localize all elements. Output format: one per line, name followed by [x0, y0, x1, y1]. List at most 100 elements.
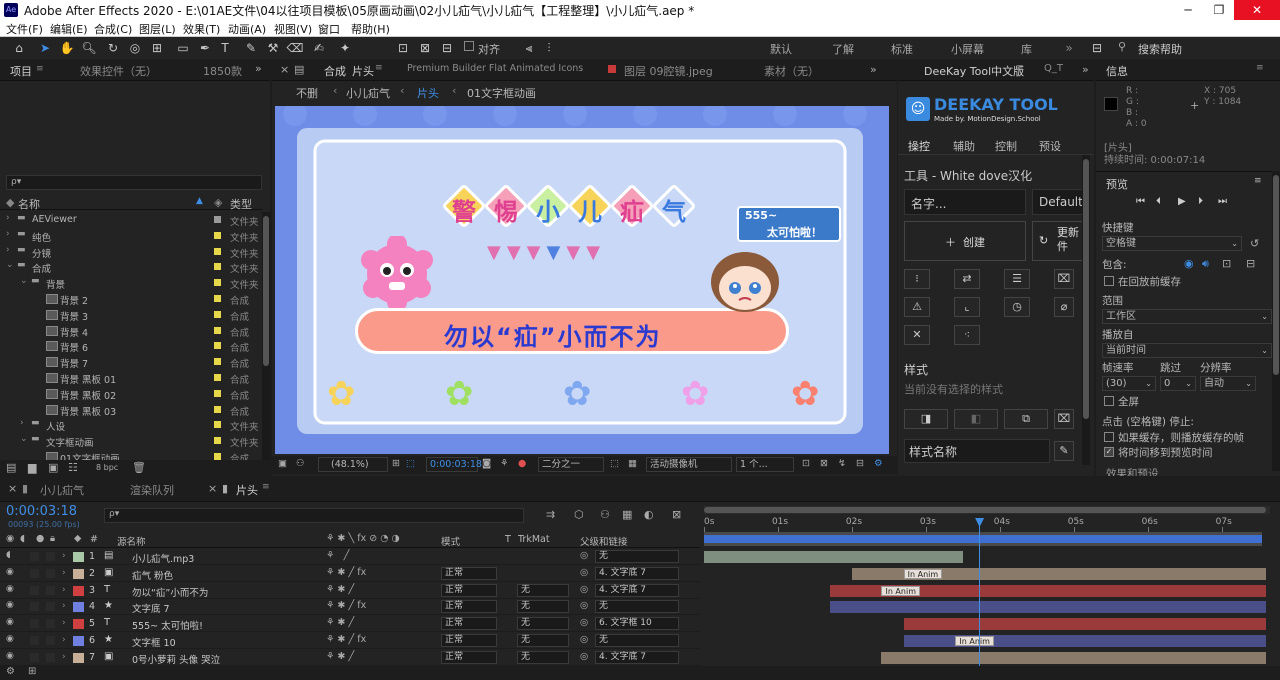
layer-label-color[interactable]: [73, 552, 84, 562]
timeline-search[interactable]: ρ▾: [104, 508, 524, 523]
lock-toggle[interactable]: [46, 568, 55, 578]
corner-icon[interactable]: ⌞: [954, 297, 980, 317]
marker-label[interactable]: In Anim: [881, 585, 920, 596]
range-select[interactable]: 工作区 ⌄: [1102, 309, 1272, 324]
solo-toggle[interactable]: [30, 602, 39, 612]
label-swatch[interactable]: [214, 389, 221, 397]
reset-icon[interactable]: ↺: [1250, 237, 1259, 250]
label-swatch[interactable]: [214, 295, 221, 302]
tab-composition[interactable]: 合成: [324, 63, 346, 79]
first-frame-icon[interactable]: ⏮: [1136, 196, 1145, 207]
layer-toggle-icon[interactable]: ⊟: [1246, 257, 1255, 270]
comp-mini-flowchart-icon[interactable]: ⇉: [546, 508, 555, 521]
deekay-menu-icon[interactable]: ≡: [1016, 63, 1024, 73]
project-item[interactable]: › ▬ 人设 文件夹: [0, 417, 262, 433]
visibility-eye-icon[interactable]: ◉: [6, 634, 14, 644]
trash-icon[interactable]: ⌧: [1054, 269, 1074, 289]
new-comp-icon[interactable]: ▣: [48, 461, 58, 474]
project-item[interactable]: 背景 7 合成: [0, 354, 262, 370]
lock-toggle[interactable]: [46, 552, 55, 561]
layer-row[interactable]: ◉ › 4 ★ 文字底 7 ⚘ ✱ ╱ fx 正常 无 ◎ 无: [0, 599, 700, 616]
layer-name[interactable]: 文字框 10: [132, 635, 176, 649]
tab-qt[interactable]: Q_T: [1044, 63, 1063, 74]
project-item[interactable]: 01文字框动画 合成: [0, 449, 262, 460]
toggle-modes-icon[interactable]: ⊞: [28, 666, 36, 677]
timeline-menu-icon[interactable]: ≡: [262, 482, 270, 492]
update-button[interactable]: ↻ 更新件: [1032, 221, 1088, 261]
nav-rig[interactable]: 操控: [908, 138, 930, 154]
world-axis-icon[interactable]: ⊠: [416, 39, 434, 57]
blend-mode-select[interactable]: 正常: [441, 600, 497, 614]
selection-tool-icon[interactable]: ➤: [36, 39, 54, 57]
label-swatch[interactable]: [214, 231, 221, 239]
tab-render-queue[interactable]: 渲染队列: [130, 482, 174, 498]
layer-switches[interactable]: ⚘ ✱ ╱: [326, 651, 354, 662]
tab-effect-controls[interactable]: 效果控件（无）: [80, 63, 157, 79]
resolution-select[interactable]: 自动 ⌄: [1200, 376, 1256, 391]
pin-joints-icon[interactable]: ⁝: [904, 269, 930, 289]
layer-duration-bar[interactable]: In Anim: [851, 567, 1266, 580]
breadcrumb-2[interactable]: 片头: [417, 85, 439, 101]
comp-lock-icon[interactable]: ▤: [294, 63, 304, 76]
menu-help[interactable]: 帮助(H): [351, 21, 390, 37]
label-swatch[interactable]: [214, 263, 221, 271]
deekay-scrollbar[interactable]: [1082, 155, 1090, 465]
trkmat-select[interactable]: 无: [517, 583, 569, 597]
parent-select[interactable]: 无: [595, 634, 679, 647]
snapshot-icon[interactable]: ◙: [482, 458, 491, 469]
work-area-bar[interactable]: [704, 532, 1262, 546]
lock-toggle[interactable]: [46, 636, 55, 645]
timeline-icon[interactable]: ⊟: [856, 458, 864, 469]
workspace-standard[interactable]: 标准: [891, 41, 913, 57]
align-center-icon[interactable]: ⫶: [540, 39, 558, 57]
align-lines-icon[interactable]: ☰: [1004, 269, 1030, 289]
swap-icon[interactable]: ⇄: [954, 269, 980, 289]
vr-goggles-icon[interactable]: ⚇: [296, 458, 305, 469]
lock-toggle[interactable]: [46, 652, 55, 662]
visibility-eye-icon[interactable]: ◉: [6, 617, 14, 627]
chevron-right-icon[interactable]: ›: [6, 213, 10, 223]
last-frame-icon[interactable]: ⏭: [1218, 196, 1227, 207]
layer-label-color[interactable]: [73, 636, 84, 646]
blend-mode-select[interactable]: 正常: [441, 583, 497, 597]
layer-name[interactable]: 555~ 太可怕啦!: [132, 618, 203, 632]
fast-preview-icon[interactable]: ↯: [838, 458, 846, 469]
skip-select[interactable]: 0 ⌄: [1160, 376, 1196, 391]
workspace-default[interactable]: 默认: [770, 41, 792, 57]
move-time-checkbox[interactable]: ✓: [1104, 447, 1114, 457]
label-swatch[interactable]: [214, 358, 221, 366]
close-tab-icon[interactable]: ×: [280, 63, 289, 76]
tab-1850[interactable]: 1850款: [203, 63, 242, 79]
layer-row[interactable]: ◉ › 3 T 勿以“疝”小而不为 ⚘ ✱ ╱ 正常 无 ◎ 4. 文字底 7: [0, 583, 700, 599]
layer-label-color[interactable]: [73, 619, 84, 630]
menu-view[interactable]: 视图(V): [274, 21, 312, 37]
solo-toggle[interactable]: [30, 552, 39, 561]
chevron-down-icon[interactable]: ⌄: [6, 260, 14, 270]
zoom-select[interactable]: (48.1%): [318, 457, 388, 472]
chevron-right-icon[interactable]: ›: [62, 568, 66, 578]
tab-deekay[interactable]: DeeKay Tool中文版: [924, 63, 1024, 79]
layer-label-color[interactable]: [73, 652, 84, 663]
audio-toggle-icon[interactable]: ◖: [6, 550, 11, 560]
project-search[interactable]: ρ▾: [6, 175, 262, 190]
chevron-right-icon[interactable]: ›: [6, 245, 10, 255]
menu-animation[interactable]: 动画(A): [228, 21, 266, 37]
close-tab-icon[interactable]: ×: [208, 482, 217, 495]
solo-toggle[interactable]: [30, 619, 39, 629]
pen-tool-icon[interactable]: ✒: [196, 39, 214, 57]
layer-label-color[interactable]: [73, 602, 84, 613]
play-from-select[interactable]: 当前时间 ⌄: [1102, 343, 1272, 358]
time-navigator[interactable]: [704, 506, 1270, 514]
home-icon[interactable]: ⌂: [10, 39, 28, 57]
project-item[interactable]: › ▬ 纯色 文件夹: [0, 228, 262, 244]
clone-stamp-icon[interactable]: ⚒: [264, 39, 282, 57]
layer-row[interactable]: ◉ › 2 ▣ 疝气 粉色 ⚘ ✱ ╱ fx 正常 ◎ 4. 文字底 7: [0, 566, 700, 582]
comp-timecode[interactable]: 0:00:03:18: [426, 457, 482, 472]
pickwhip-icon[interactable]: ◎: [580, 550, 588, 561]
toggle-switches-icon[interactable]: ⚙: [6, 666, 15, 677]
project-item[interactable]: 背景 黑板 01 合成: [0, 370, 262, 386]
project-item[interactable]: ⌄ ▬ 合成 文件夹: [0, 259, 262, 275]
pan-behind-tool-icon[interactable]: ⊞: [148, 39, 166, 57]
effects-presets-tab[interactable]: 效果和预设: [1106, 466, 1159, 476]
pickwhip-icon[interactable]: ◎: [580, 651, 588, 662]
